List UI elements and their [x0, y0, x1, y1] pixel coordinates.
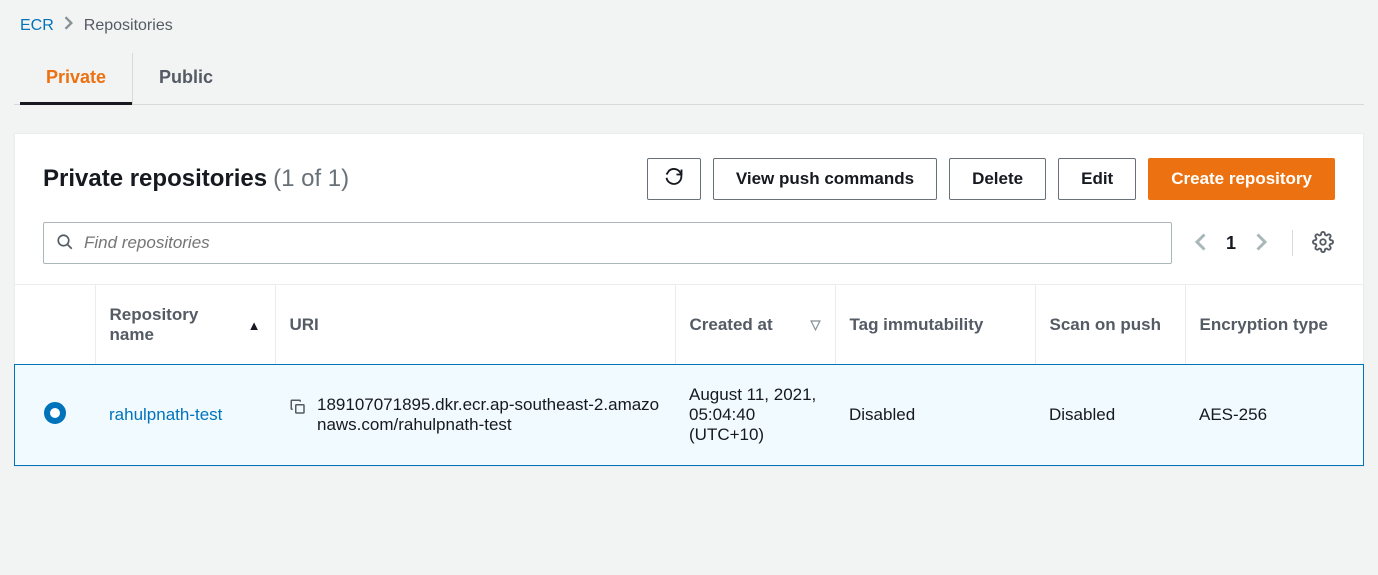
- pagination: 1: [1188, 230, 1335, 256]
- search-icon: [56, 233, 74, 254]
- view-push-commands-button[interactable]: View push commands: [713, 158, 937, 200]
- column-label: Tag immutability: [850, 315, 984, 334]
- refresh-button[interactable]: [647, 158, 701, 200]
- column-uri[interactable]: URI: [275, 285, 675, 365]
- gear-icon: [1312, 231, 1334, 256]
- delete-button[interactable]: Delete: [949, 158, 1046, 200]
- copy-button[interactable]: [289, 398, 307, 421]
- column-tag-immutability[interactable]: Tag immutability: [835, 285, 1035, 365]
- cell-scan-on-push: Disabled: [1035, 365, 1185, 465]
- breadcrumb-root[interactable]: ECR: [20, 17, 54, 35]
- search-input[interactable]: [74, 233, 1159, 253]
- panel-title: Private repositories: [43, 165, 267, 193]
- tab-private[interactable]: Private: [20, 53, 133, 104]
- tabs: Private Public: [14, 53, 1364, 105]
- column-created[interactable]: Created at ▽: [675, 285, 835, 365]
- column-repo-name[interactable]: Repository name ▲: [95, 285, 275, 365]
- cell-repo-name: rahulpnath-test: [95, 365, 275, 465]
- cell-tag-immutability: Disabled: [835, 365, 1035, 465]
- cell-created: August 11, 2021, 05:04:40 (UTC+10): [675, 365, 835, 465]
- breadcrumb: ECR Repositories: [14, 0, 1364, 53]
- prev-page-button[interactable]: [1188, 231, 1212, 255]
- create-repository-button[interactable]: Create repository: [1148, 158, 1335, 200]
- cell-uri: 189107071895.dkr.ecr.ap-southeast-2.amaz…: [275, 365, 675, 465]
- toolbar: View push commands Delete Edit Create re…: [647, 158, 1335, 200]
- table-header-row: Repository name ▲ URI Created at ▽: [15, 285, 1363, 365]
- column-label: Repository name: [110, 305, 238, 345]
- column-label: Scan on push: [1050, 315, 1161, 334]
- edit-button[interactable]: Edit: [1058, 158, 1136, 200]
- pagination-page: 1: [1226, 233, 1236, 254]
- chevron-left-icon: [1194, 233, 1206, 254]
- cell-encryption-type: AES-256: [1185, 365, 1363, 465]
- chevron-right-icon: [64, 16, 74, 35]
- chevron-right-icon: [1256, 233, 1268, 254]
- refresh-icon: [664, 167, 684, 192]
- next-page-button[interactable]: [1250, 231, 1274, 255]
- panel-count: (1 of 1): [273, 165, 349, 193]
- tab-public[interactable]: Public: [133, 53, 239, 104]
- panel-header: Private repositories (1 of 1) View push …: [15, 134, 1363, 216]
- copy-icon: [289, 401, 307, 420]
- search-box[interactable]: [43, 222, 1172, 264]
- repo-name-link[interactable]: rahulpnath-test: [109, 405, 222, 424]
- column-select: [15, 285, 95, 365]
- column-label: URI: [290, 315, 319, 334]
- repositories-panel: Private repositories (1 of 1) View push …: [14, 133, 1364, 466]
- column-scan-on-push[interactable]: Scan on push: [1035, 285, 1185, 365]
- column-encryption-type[interactable]: Encryption type: [1185, 285, 1363, 365]
- table-row[interactable]: rahulpnath-test 189107071895.dkr.ecr.ap-…: [15, 365, 1363, 465]
- uri-text: 189107071895.dkr.ecr.ap-southeast-2.amaz…: [317, 395, 661, 435]
- sort-asc-icon: ▲: [248, 318, 261, 333]
- radio-selected-icon[interactable]: [44, 402, 66, 424]
- column-label: Encryption type: [1200, 315, 1328, 334]
- row-select-cell[interactable]: [15, 365, 95, 465]
- separator: [1292, 230, 1293, 256]
- repositories-table: Repository name ▲ URI Created at ▽: [15, 285, 1363, 465]
- table-settings-button[interactable]: [1311, 231, 1335, 255]
- sort-desc-icon: ▽: [811, 317, 821, 333]
- column-label: Created at: [690, 315, 773, 335]
- breadcrumb-current: Repositories: [84, 17, 173, 35]
- search-row: 1: [15, 216, 1363, 285]
